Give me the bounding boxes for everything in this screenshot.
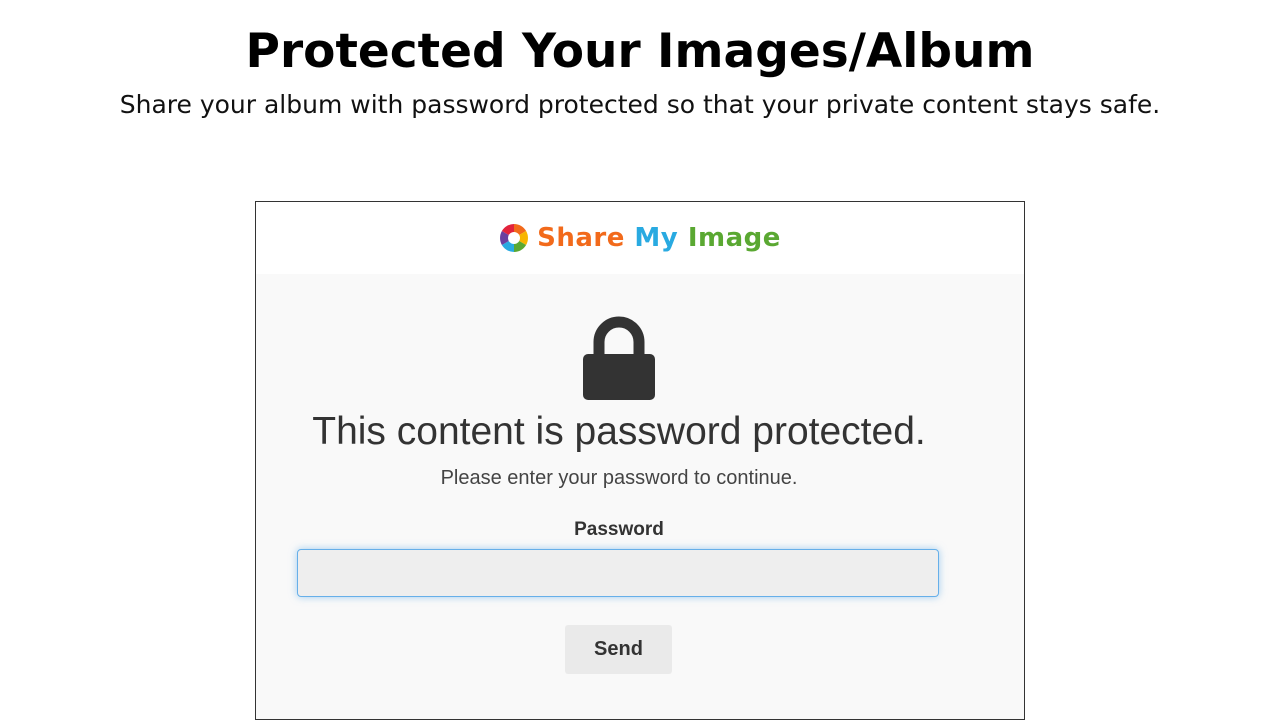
lock-icon	[583, 316, 655, 400]
promo-title: Protected Your Images/Album	[245, 24, 1035, 79]
brand-header: Share My Image	[256, 202, 1024, 274]
brand-name: Share My Image	[537, 223, 781, 253]
aperture-logo-icon	[500, 224, 529, 252]
screenshot-frame: Share My Image This content is password …	[255, 201, 1025, 720]
brand-word-my: My	[634, 223, 679, 253]
instructions-text: Please enter your password to continue.	[440, 467, 798, 489]
protected-heading: This content is password protected.	[312, 410, 926, 453]
protected-content-panel: This content is password protected. Plea…	[256, 274, 1024, 719]
promo-subtitle: Share your album with password protected…	[119, 90, 1161, 119]
send-button[interactable]: Send	[565, 625, 672, 674]
password-label: Password	[574, 519, 664, 540]
password-input[interactable]	[297, 549, 939, 597]
brand-word-share: Share	[537, 223, 625, 253]
brand-word-image: Image	[687, 223, 781, 253]
page: Protected Your Images/Album Share your a…	[0, 0, 1280, 720]
